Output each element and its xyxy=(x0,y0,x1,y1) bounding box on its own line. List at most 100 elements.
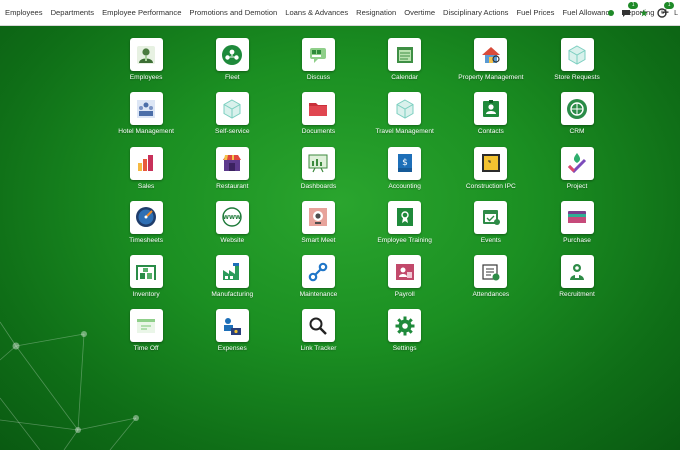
app-label: Construction IPC xyxy=(465,182,516,190)
maintenance-icon xyxy=(309,262,328,281)
events-icon xyxy=(482,210,500,226)
app-icon-box xyxy=(560,38,594,71)
app-label: Recruitment xyxy=(559,291,595,299)
fleet-icon xyxy=(222,44,243,65)
app-label: Hotel Management xyxy=(118,128,174,136)
hotel-management-icon xyxy=(137,99,156,118)
app-fleet[interactable]: Fleet xyxy=(189,38,275,92)
app-icon-box xyxy=(560,255,594,289)
app-label: Travel Management xyxy=(375,128,434,136)
menu-item-employees[interactable]: Employees xyxy=(1,0,47,26)
timesheets-icon xyxy=(136,207,157,228)
app-timesheets[interactable]: Timesheets xyxy=(103,200,189,255)
settings-icon xyxy=(395,316,415,336)
app-attendances[interactable]: Attendances xyxy=(448,255,534,309)
chat-button[interactable]: 1 xyxy=(620,2,639,19)
activity-button[interactable]: 1 xyxy=(656,2,675,19)
app-construction-ipc[interactable]: Construction IPC xyxy=(448,146,534,201)
app-travel-management[interactable]: Travel Management xyxy=(362,92,448,146)
clock-icon xyxy=(657,8,667,18)
app-events[interactable]: Events xyxy=(448,200,534,255)
calendar-icon xyxy=(396,46,413,63)
app-recruitment[interactable]: Recruitment xyxy=(534,255,620,309)
menu-item-promotions-and-demotion[interactable]: Promotions and Demotion xyxy=(185,0,281,26)
app-payroll[interactable]: Payroll xyxy=(362,255,448,309)
activity-badge: 1 xyxy=(664,2,675,9)
app-inventory[interactable]: Inventory xyxy=(103,255,189,309)
app-icon-box xyxy=(560,200,594,234)
app-label: Sales xyxy=(137,182,155,190)
app-label: Website xyxy=(220,236,245,244)
app-time-off[interactable]: Time Off xyxy=(103,309,189,363)
app-hotel-management[interactable]: Hotel Management xyxy=(103,92,189,146)
menu-item-disciplinary-actions[interactable]: Disciplinary Actions xyxy=(439,0,512,26)
app-label: Fleet xyxy=(224,74,240,81)
app-label: Employee Training xyxy=(377,236,432,244)
app-icon-box xyxy=(129,309,163,343)
app-icon-box xyxy=(129,146,163,180)
app-label: Smart Meet xyxy=(301,236,336,244)
app-icon-box xyxy=(474,38,508,71)
app-employees[interactable]: Employees xyxy=(103,38,189,92)
main-menu: Employees Departments Employee Performan… xyxy=(0,0,673,25)
app-icon-box xyxy=(388,255,422,289)
discuss-icon xyxy=(310,47,327,63)
app-self-service[interactable]: Self-service xyxy=(189,92,275,146)
construction-ipc-icon xyxy=(481,154,500,173)
app-property-management[interactable]: Property Management xyxy=(448,38,534,92)
manufacturing-icon xyxy=(223,262,240,280)
menu-item-employee-performance[interactable]: Employee Performance xyxy=(98,0,185,26)
app-link-tracker[interactable]: Link Tracker xyxy=(275,309,361,363)
employee-training-icon xyxy=(396,208,413,227)
star-button[interactable] xyxy=(638,7,650,19)
payroll-icon xyxy=(395,263,414,280)
app-icon-box xyxy=(215,38,249,71)
app-calendar[interactable]: Calendar xyxy=(362,38,448,92)
contacts-icon xyxy=(482,99,499,117)
app-icon-box xyxy=(129,92,163,126)
app-icon-box xyxy=(560,92,594,126)
top-navbar: Employees Departments Employee Performan… xyxy=(0,0,680,26)
user-menu[interactable]: L xyxy=(674,10,678,17)
app-label: Store Requests xyxy=(554,74,600,81)
app-store-requests[interactable]: Store Requests xyxy=(534,38,620,92)
app-contacts[interactable]: Contacts xyxy=(448,92,534,146)
app-employee-training[interactable]: Employee Training xyxy=(362,200,448,255)
app-restaurant[interactable]: Restaurant xyxy=(189,146,275,201)
svg-text:WWW: WWW xyxy=(223,215,241,221)
app-label: Inventory xyxy=(132,291,160,299)
store-requests-icon xyxy=(568,44,586,65)
project-icon xyxy=(567,153,587,174)
app-project[interactable]: Project xyxy=(534,146,620,201)
menu-item-fuel-prices[interactable]: Fuel Prices xyxy=(512,0,558,26)
app-label: Calendar xyxy=(391,74,419,81)
app-expenses[interactable]: Expenses xyxy=(189,309,275,363)
app-icon-box xyxy=(474,200,508,234)
app-smart-meet[interactable]: Smart Meet xyxy=(275,200,361,255)
menu-item-overtime[interactable]: Overtime xyxy=(400,0,439,26)
app-label: Events xyxy=(480,236,501,244)
app-dashboards[interactable]: Dashboards xyxy=(275,146,361,201)
app-manufacturing[interactable]: Manufacturing xyxy=(189,255,275,309)
app-label: Attendances xyxy=(472,291,510,299)
link-tracker-icon xyxy=(309,317,328,335)
menu-item-departments[interactable]: Departments xyxy=(47,0,98,26)
menu-item-resignation[interactable]: Resignation xyxy=(352,0,400,26)
app-maintenance[interactable]: Maintenance xyxy=(275,255,361,309)
app-purchase[interactable]: Purchase xyxy=(534,200,620,255)
app-website[interactable]: WWW Website xyxy=(189,200,275,255)
app-discuss[interactable]: Discuss xyxy=(275,38,361,92)
property-management-icon xyxy=(481,46,500,63)
sales-icon xyxy=(138,155,154,172)
app-label: Project xyxy=(566,182,588,190)
app-settings[interactable]: Settings xyxy=(362,309,448,363)
app-label: Dashboards xyxy=(300,182,337,190)
app-label: Accounting xyxy=(388,182,421,190)
app-crm[interactable]: CRM xyxy=(534,92,620,146)
app-icon-box xyxy=(388,309,422,343)
app-sales[interactable]: Sales xyxy=(103,146,189,201)
app-accounting[interactable]: $ Accounting xyxy=(362,146,448,201)
menu-item-loans-advances[interactable]: Loans & Advances xyxy=(281,0,352,26)
star-icon xyxy=(640,9,648,17)
app-documents[interactable]: Documents xyxy=(275,92,361,146)
